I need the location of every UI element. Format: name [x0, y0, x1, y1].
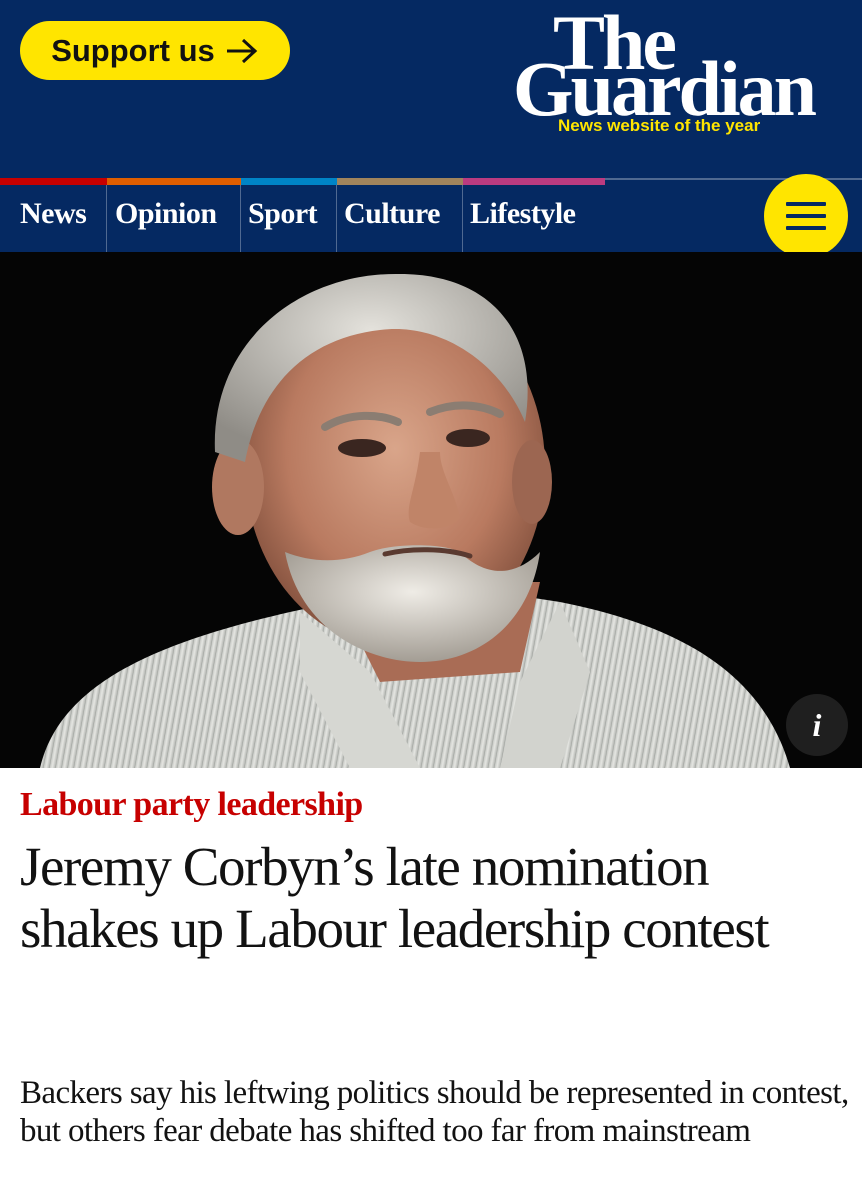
hamburger-menu-icon	[786, 202, 826, 206]
nav-pillar-lifestyle[interactable]: Lifestyle	[463, 178, 605, 252]
nav-pillar-opinion-label: Opinion	[115, 197, 217, 230]
nav-pillar-sport[interactable]: Sport	[241, 178, 337, 252]
nav-pillar-opinion[interactable]: Opinion	[107, 178, 241, 252]
nav-pillar-news-label: News	[20, 197, 87, 230]
hamburger-menu-icon-bar	[786, 226, 826, 230]
hamburger-menu-icon-bar	[786, 214, 826, 218]
pillar-stripe-culture	[337, 178, 463, 185]
tagline: News website of the year	[558, 116, 761, 135]
nav-pillar-news[interactable]: News	[0, 178, 107, 252]
nav-pillar-culture-label: Culture	[344, 197, 440, 230]
support-us-label: Support us	[51, 32, 215, 68]
pillar-stripe-sport	[241, 178, 337, 185]
nav-pillar-culture[interactable]: Culture	[337, 178, 463, 252]
article-standfirst: Backers say his leftwing politics should…	[20, 1075, 849, 1149]
nav-pillar-sport-label: Sport	[248, 197, 318, 230]
image-info-button[interactable]: i	[786, 694, 848, 756]
pillar-stripe-lifestyle	[463, 178, 605, 185]
arrow-right-icon	[225, 36, 259, 66]
article-kicker[interactable]: Labour party leadership	[20, 786, 363, 824]
hero-image	[0, 252, 862, 768]
support-us-button[interactable]: Support us	[20, 21, 290, 80]
nav-pillar-lifestyle-label: Lifestyle	[470, 197, 576, 230]
menu-button[interactable]	[764, 174, 848, 258]
pillar-stripe-opinion	[107, 178, 241, 185]
info-icon: i	[812, 706, 822, 743]
pillar-stripe-news	[0, 178, 107, 185]
article-headline: Jeremy Corbyn’s late nomination shakes u…	[20, 836, 770, 959]
